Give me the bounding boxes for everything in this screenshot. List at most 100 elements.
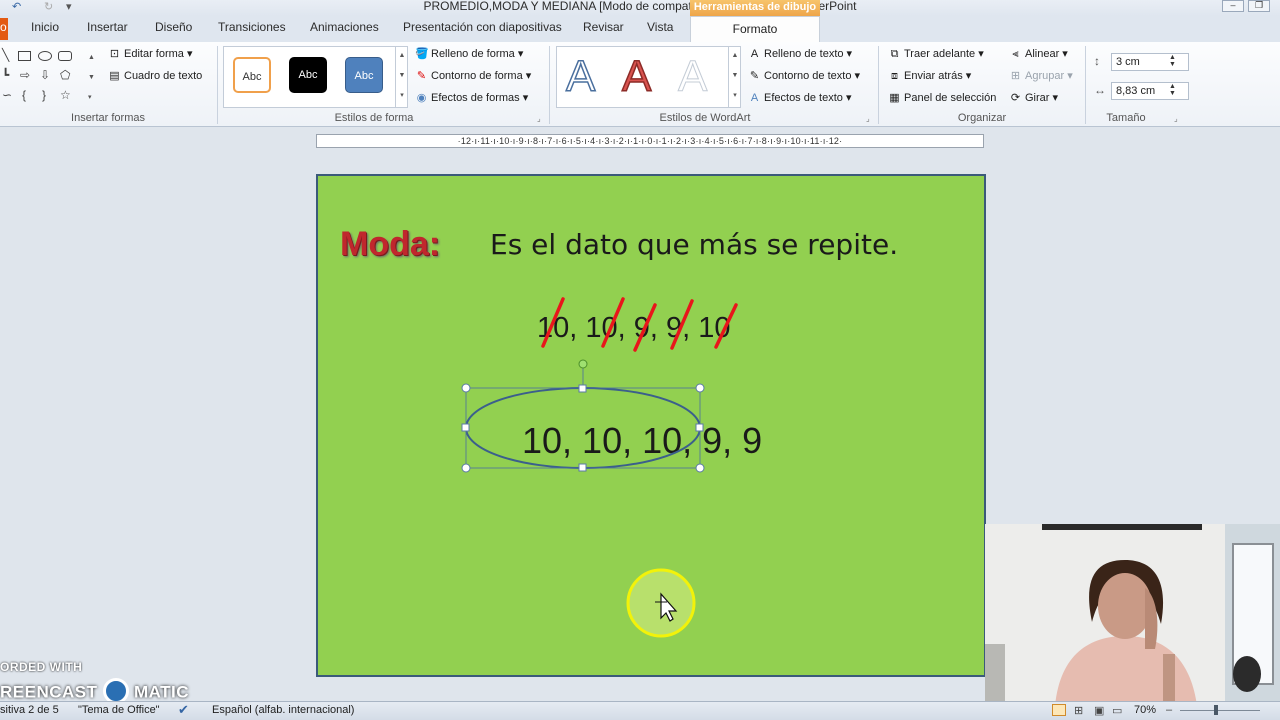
selected-ellipse-shape[interactable] — [456, 355, 712, 479]
cursor-highlight — [626, 568, 696, 638]
group-label-organizar: Organizar — [957, 112, 1007, 124]
dialog-launcher-icon[interactable]: ⌟ — [537, 114, 541, 123]
reading-view-icon[interactable]: ▣ — [1094, 704, 1104, 717]
tab-presentacion[interactable]: Presentación con diapositivas — [403, 20, 562, 34]
line-shape-icon[interactable]: ╲ — [2, 48, 9, 62]
height-icon: ↕ — [1094, 54, 1100, 68]
width-icon: ↔ — [1094, 83, 1106, 97]
shape-style-orange-outline[interactable]: Abc — [233, 57, 271, 93]
tab-inicio[interactable]: Inicio — [31, 20, 59, 34]
resize-handle[interactable] — [695, 423, 704, 432]
contorno-texto-button[interactable]: ✎ Contorno de texto ▾ — [748, 69, 860, 82]
strike-mark — [670, 299, 694, 350]
align-icon: ⫷ — [1012, 48, 1019, 60]
traer-adelante-button[interactable]: ⧉ Traer adelante ▾ — [888, 47, 984, 61]
pen-outline-icon: ✎ — [416, 70, 427, 82]
group-label-estilos-wordart: Estilos de WordArt — [659, 112, 751, 124]
curve-shape-icon[interactable]: ∽ — [2, 88, 12, 102]
theme-name[interactable]: "Tema de Office" — [78, 704, 160, 716]
status-bar — [0, 701, 1280, 720]
alinear-button[interactable]: ⫷ Alinear ▾ — [1009, 47, 1067, 61]
resize-handle[interactable] — [578, 463, 587, 472]
pentagon-shape-icon[interactable]: ⬠ — [60, 68, 70, 82]
agrupar-button[interactable]: ⊞ Agrupar ▾ — [1009, 69, 1073, 82]
resize-handle[interactable] — [461, 423, 470, 432]
resize-handle[interactable] — [695, 383, 705, 393]
resize-handle[interactable] — [461, 463, 471, 473]
resize-handle[interactable] — [461, 383, 471, 393]
zoom-out-icon[interactable]: – — [1166, 704, 1172, 716]
height-spinner-icon[interactable]: ▲ ▼ — [1169, 54, 1176, 68]
down-arrow-shape-icon[interactable]: ⇩ — [40, 68, 50, 82]
horizontal-ruler[interactable]: ·12·ı·11·ı·10·ı·9·ı·8·ı·7·ı·6·ı·5·ı·4·ı·… — [316, 134, 984, 148]
slideshow-icon[interactable]: ▭ — [1112, 704, 1122, 717]
wordart-style-outline-blue[interactable]: A — [565, 51, 596, 102]
rounded-rect-shape-icon[interactable] — [58, 51, 72, 61]
rectangle-shape-icon[interactable] — [18, 51, 31, 61]
tab-insertar[interactable]: Insertar — [87, 20, 128, 34]
efectos-formas-button[interactable]: ◉ Efectos de formas ▾ — [415, 91, 529, 104]
oval-shape-icon[interactable] — [38, 51, 52, 61]
zoom-slider-thumb[interactable] — [1214, 705, 1218, 715]
strike-mark — [541, 297, 565, 348]
enviar-atras-button[interactable]: ⧈ Enviar atrás ▾ — [888, 69, 971, 83]
slide-sorter-icon[interactable]: ⊞ — [1074, 704, 1083, 717]
girar-button[interactable]: ⟳ Girar ▾ — [1009, 91, 1058, 104]
restore-icon[interactable]: ❐ — [1248, 0, 1270, 12]
webcam-presenter-image — [985, 524, 1280, 706]
tab-transiciones[interactable]: Transiciones — [218, 20, 286, 34]
dialog-launcher-icon[interactable]: ⌟ — [866, 114, 870, 123]
contorno-forma-button[interactable]: ✎ Contorno de forma ▾ — [415, 69, 531, 82]
left-brace-shape-icon[interactable]: { — [22, 88, 26, 102]
cuadro-texto-button[interactable]: ▤ Cuadro de texto — [108, 69, 202, 82]
tab-diseno[interactable]: Diseño — [155, 20, 192, 34]
width-input[interactable]: 8,83 cm — [1111, 82, 1189, 100]
language-indicator[interactable]: Español (alfab. internacional) — [212, 704, 354, 716]
shape-styles-scroll-icon[interactable]: ▲ ▼ ▾ — [395, 46, 408, 108]
strike-mark — [633, 303, 657, 352]
height-input[interactable]: 3 cm — [1111, 53, 1189, 71]
minimize-icon[interactable]: – — [1222, 0, 1244, 12]
tab-animaciones[interactable]: Animaciones — [310, 20, 379, 34]
wordart-style-red[interactable]: A — [621, 51, 652, 102]
text-box-icon: ▤ — [109, 70, 120, 82]
ellipse-outline[interactable] — [465, 387, 701, 469]
star-shape-icon[interactable]: ☆ — [60, 88, 71, 102]
group-label-insertar-formas: Insertar formas — [71, 112, 145, 124]
tab-vista[interactable]: Vista — [647, 20, 673, 34]
spell-check-icon[interactable]: ✔ — [178, 702, 189, 718]
zoom-level[interactable]: 70% — [1134, 704, 1156, 716]
relleno-forma-button[interactable]: 🪣 Relleno de forma ▾ — [415, 47, 523, 60]
zoom-slider[interactable] — [1180, 710, 1260, 711]
right-brace-shape-icon[interactable]: } — [42, 88, 46, 102]
panel-seleccion-button[interactable]: ▦ Panel de selección — [888, 91, 996, 104]
resize-handle[interactable] — [695, 463, 705, 473]
tab-formato[interactable]: Formato — [690, 16, 820, 42]
efectos-texto-button[interactable]: A Efectos de texto ▾ — [748, 91, 852, 104]
wordart-scroll-icon[interactable]: ▲ ▼ ▾ — [728, 46, 741, 108]
dialog-launcher-icon[interactable]: ⌟ — [1174, 114, 1178, 123]
slide-definition[interactable]: Es el dato que más se repite. — [490, 228, 898, 262]
right-arrow-shape-icon[interactable]: ⇨ — [20, 68, 30, 82]
shapes-scroll-icon[interactable]: ▲ ▼ ▾ — [88, 48, 95, 108]
normal-view-icon[interactable] — [1052, 704, 1066, 716]
shapes-gallery[interactable]: ╲ ┗ ⇨ ⇩ ⬠ ∽ { } ☆ ▲ ▼ ▾ — [0, 48, 100, 106]
editar-forma-button[interactable]: ⊡ Editar forma ▾ — [108, 47, 193, 60]
wordart-style-light[interactable]: A — [677, 52, 707, 102]
bring-forward-icon: ⧉ — [890, 48, 899, 60]
elbow-connector-icon[interactable]: ┗ — [2, 68, 9, 82]
text-outline-icon: ✎ — [749, 70, 760, 82]
shape-style-blue[interactable]: Abc — [345, 57, 383, 93]
strike-marks — [541, 297, 738, 352]
strike-mark — [714, 303, 738, 349]
tab-file-label[interactable]: o — [0, 20, 7, 34]
shape-style-black[interactable]: Abc — [289, 57, 327, 93]
tab-revisar[interactable]: Revisar — [583, 20, 624, 34]
slide-counter: sitiva 2 de 5 — [0, 704, 59, 716]
rotation-handle[interactable] — [578, 359, 588, 369]
width-spinner-icon[interactable]: ▲ ▼ — [1169, 83, 1176, 97]
watermark-recorded-with: ORDED WITH — [0, 660, 83, 674]
slide-heading[interactable]: Moda: — [340, 224, 440, 264]
resize-handle[interactable] — [578, 384, 587, 393]
relleno-texto-button[interactable]: A Relleno de texto ▾ — [748, 47, 852, 60]
